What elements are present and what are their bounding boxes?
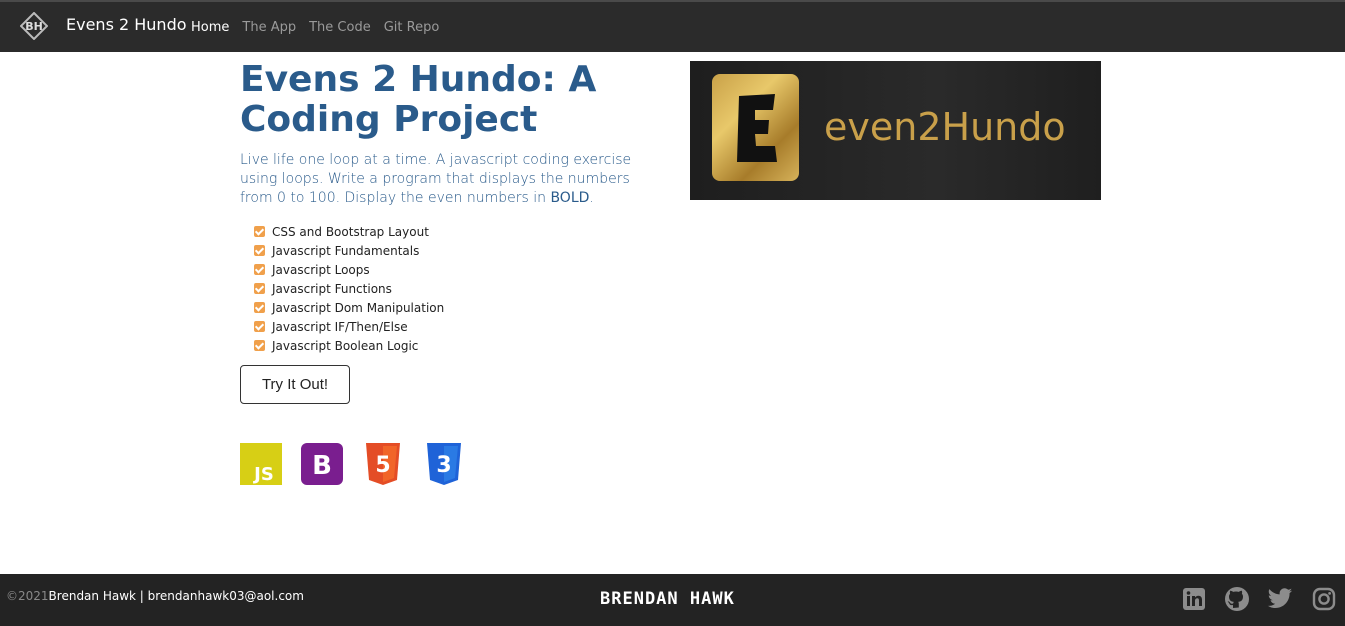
checklist-item: Javascript Boolean Logic — [254, 336, 444, 355]
hero-description: Live life one loop at a time. A javascri… — [240, 151, 660, 208]
checklist-item: Javascript IF/Then/Else — [254, 317, 444, 336]
github-icon[interactable] — [1224, 586, 1250, 612]
copyright-year: ©2021 — [6, 589, 49, 603]
top-navbar: BH Evens 2 Hundo Home The App The Code G… — [0, 0, 1345, 52]
checklist-item: Javascript Fundamentals — [254, 241, 444, 260]
checklist-label: Javascript Fundamentals — [272, 243, 420, 258]
checkbox-icon — [254, 245, 265, 256]
svg-text:5: 5 — [375, 453, 390, 478]
banner-logo-text: even2Hundo — [824, 105, 1066, 149]
checklist-label: Javascript Functions — [272, 281, 392, 296]
brand-name[interactable]: Evens 2 Hundo — [66, 15, 187, 34]
nav-link-the-app[interactable]: The App — [242, 20, 296, 35]
svg-text:JS: JS — [252, 464, 274, 485]
checklist-label: Javascript Boolean Logic — [272, 338, 419, 353]
css3-icon: 3 — [423, 443, 465, 485]
description-bold-text: BOLD — [550, 190, 590, 206]
page-title: Evens 2 Hundo: A Coding Project — [240, 59, 597, 140]
checklist-item: Javascript Loops — [254, 260, 444, 279]
nav-links: Home The App The Code Git Repo — [191, 20, 452, 35]
page-footer: ©2021Brendan Hawk | brendanhawk03@aol.co… — [0, 574, 1345, 626]
checkbox-icon — [254, 226, 265, 237]
brand-logo-icon[interactable]: BH — [20, 12, 48, 40]
checklist-label: Javascript IF/Then/Else — [272, 319, 408, 334]
nav-link-git-repo[interactable]: Git Repo — [384, 20, 440, 35]
footer-brand-name: BRENDAN HAWK — [600, 589, 735, 609]
author-contact: Brendan Hawk | brendanhawk03@aol.com — [48, 589, 304, 603]
checklist-item: Javascript Dom Manipulation — [254, 298, 444, 317]
emblem-e-icon — [736, 93, 777, 162]
project-banner-image: even2Hundo — [690, 61, 1101, 200]
skills-checklist: CSS and Bootstrap Layout Javascript Fund… — [254, 222, 444, 355]
svg-text:3: 3 — [436, 453, 451, 478]
footer-credits: ©2021Brendan Hawk | brendanhawk03@aol.co… — [6, 589, 304, 603]
checklist-label: CSS and Bootstrap Layout — [272, 224, 429, 239]
nav-link-home[interactable]: Home — [191, 20, 229, 35]
checklist-item: CSS and Bootstrap Layout — [254, 222, 444, 241]
checkbox-icon — [254, 264, 265, 275]
tech-stack-icons: JS B 5 3 — [240, 443, 484, 485]
svg-text:B: B — [312, 451, 332, 481]
banner-emblem — [712, 74, 799, 181]
instagram-icon[interactable] — [1311, 586, 1337, 612]
twitter-icon[interactable] — [1267, 586, 1293, 612]
nav-link-the-code[interactable]: The Code — [309, 20, 371, 35]
checklist-item: Javascript Functions — [254, 279, 444, 298]
javascript-icon: JS — [240, 443, 282, 485]
checkbox-icon — [254, 321, 265, 332]
html5-icon: 5 — [362, 443, 404, 485]
checkbox-icon — [254, 283, 265, 294]
svg-text:BH: BH — [25, 20, 43, 33]
checkbox-icon — [254, 340, 265, 351]
checkbox-icon — [254, 302, 265, 313]
checklist-label: Javascript Dom Manipulation — [272, 300, 445, 315]
checklist-label: Javascript Loops — [272, 262, 370, 277]
description-end: . — [589, 190, 594, 206]
linkedin-icon[interactable] — [1181, 586, 1207, 612]
try-it-out-button[interactable]: Try It Out! — [240, 365, 350, 404]
bootstrap-icon: B — [301, 443, 343, 485]
